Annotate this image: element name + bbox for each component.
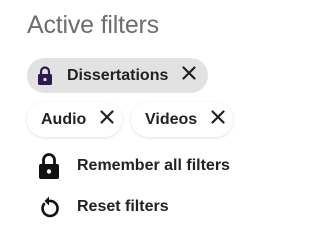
filter-chip-label: Dissertations xyxy=(67,66,169,84)
close-icon xyxy=(211,110,225,129)
active-filters-panel: Active filters Dissertations Audio Video… xyxy=(0,0,273,241)
reset-filters-button[interactable]: Reset filters xyxy=(36,195,169,219)
remember-all-filters-button[interactable]: Remember all filters xyxy=(36,152,230,180)
lock-icon xyxy=(37,65,53,86)
filter-chip-dissertations[interactable]: Dissertations xyxy=(27,58,208,93)
filter-chip-label: Videos xyxy=(145,110,198,128)
close-icon xyxy=(182,66,196,85)
remove-filter-dissertations-button[interactable] xyxy=(182,66,196,85)
close-icon xyxy=(100,110,114,129)
filter-chip-label: Audio xyxy=(41,110,87,128)
panel-title: Active filters xyxy=(27,11,159,39)
reset-filters-label: Reset filters xyxy=(77,198,169,215)
remove-filter-audio-button[interactable] xyxy=(100,110,114,129)
filter-chip-videos[interactable]: Videos xyxy=(131,102,233,137)
reset-icon xyxy=(36,195,62,219)
remember-all-filters-label: Remember all filters xyxy=(77,157,230,174)
remove-filter-videos-button[interactable] xyxy=(211,110,225,129)
filter-chip-audio[interactable]: Audio xyxy=(27,102,122,137)
lock-icon xyxy=(36,152,62,180)
